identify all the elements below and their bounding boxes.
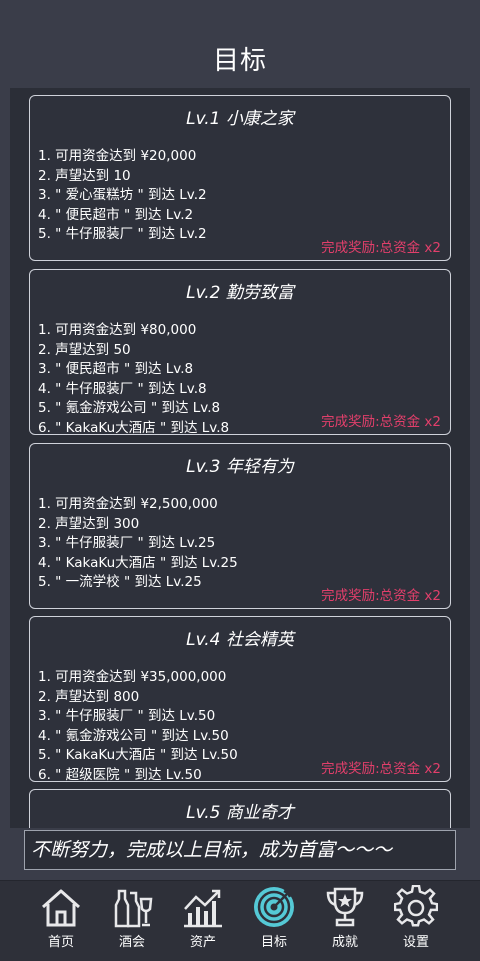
goal-item: 4. " 便民超市 " 到达 Lv.2 [38,206,194,223]
goal-reward: 完成奖励:总资金 x2 [321,761,441,777]
goal-reward: 完成奖励:总资金 x2 [321,414,441,430]
goal-item: 2. 声望达到 300 [38,515,140,532]
nav-label: 成就 [331,935,358,950]
bottles-icon [114,889,153,928]
goal-item: 1. 可用资金达到 ¥35,000,000 [38,669,227,685]
goal-title: Lv.5 商业奇才 [186,803,294,823]
bottom-nav: 首页 酒会 资产 目标 成就 设置 [0,880,480,961]
nav-item-home[interactable]: 首页 [26,881,96,961]
nav-label: 资产 [189,935,216,950]
goal-title: Lv.2 勤劳致富 [186,283,294,303]
home-icon [42,889,80,927]
nav-item-achievements[interactable]: 成就 [310,881,380,961]
chart-icon [184,889,222,928]
goal-item: 3. " 牛仔服装厂 " 到达 Lv.50 [38,708,216,724]
nav-label: 设置 [402,935,429,950]
goal-item: 3. " 便民超市 " 到达 Lv.8 [38,361,194,377]
nav-label: 首页 [47,935,74,950]
target-icon [254,887,294,927]
goal-item: 2. 声望达到 800 [38,688,140,705]
goal-title: Lv.4 社会精英 [186,630,294,650]
nav-item-settings[interactable]: 设置 [381,881,451,961]
goal-item: 4. " 牛仔服装厂 " 到达 Lv.8 [38,380,207,397]
nav-item-party[interactable]: 酒会 [97,881,167,961]
goal-reward: 完成奖励:总资金 x2 [321,588,441,604]
goal-title: Lv.3 年轻有为 [186,457,294,477]
goal-card-lv5: Lv.5 商业奇才 [29,789,451,828]
goal-item: 2. 声望达到 50 [38,341,131,358]
goal-card-lv3: Lv.3 年轻有为 1. 可用资金达到 ¥2,500,000 2. 声望达到 3… [29,443,451,609]
nav-label: 酒会 [118,935,145,950]
goal-title: Lv.1 小康之家 [186,109,294,129]
nav-label: 目标 [260,935,287,950]
goal-item: 4. " 氪金游戏公司 " 到达 Lv.50 [38,727,229,744]
motivation-banner: 不断努力，完成以上目标，成为首富～～～ [24,830,456,870]
goal-item: 2. 声望达到 10 [38,167,131,184]
goal-reward: 完成奖励:总资金 x2 [321,240,441,256]
nav-item-assets[interactable]: 资产 [168,881,238,961]
goal-item: 3. " 牛仔服装厂 " 到达 Lv.25 [38,535,216,551]
goal-item: 1. 可用资金达到 ¥80,000 [38,322,197,338]
trophy-icon [326,887,364,927]
goal-card-lv2: Lv.2 勤劳致富 1. 可用资金达到 ¥80,000 2. 声望达到 50 3… [29,269,451,436]
nav-item-goals[interactable]: 目标 [239,881,309,961]
goal-item: 1. 可用资金达到 ¥2,500,000 [38,496,218,512]
goal-card-lv1: Lv.1 小康之家 1. 可用资金达到 ¥20,000 2. 声望达到 10 3… [29,95,451,261]
goal-item: 3. " 爱心蛋糕坊 " 到达 Lv.2 [38,187,207,203]
gear-icon [394,885,438,927]
goal-card-lv4: Lv.4 社会精英 1. 可用资金达到 ¥35,000,000 2. 声望达到 … [29,616,451,783]
goal-item: 4. " KakaKu大酒店 " 到达 Lv.25 [38,554,238,571]
goals-list[interactable]: Lv.1 小康之家 1. 可用资金达到 ¥20,000 2. 声望达到 10 3… [10,88,470,828]
goal-item: 1. 可用资金达到 ¥20,000 [38,148,197,164]
page-title: 目标 [212,46,267,76]
